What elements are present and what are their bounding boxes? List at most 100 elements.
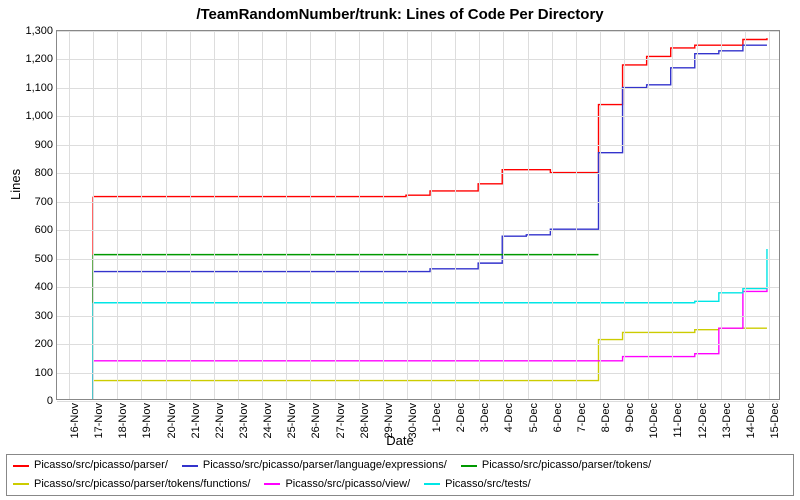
x-tick-label: 14-Dec bbox=[745, 403, 757, 438]
y-gridline bbox=[57, 401, 779, 402]
x-gridline bbox=[600, 31, 601, 399]
x-tick-label: 20-Nov bbox=[166, 403, 178, 438]
x-tick-label: 22-Nov bbox=[214, 403, 226, 438]
x-gridline bbox=[648, 31, 649, 399]
x-gridline bbox=[624, 31, 625, 399]
series-line bbox=[93, 289, 767, 361]
legend-item: Picasso/src/picasso/parser/tokens/ bbox=[461, 458, 651, 473]
legend-swatch bbox=[13, 465, 29, 467]
x-tick-label: 18-Nov bbox=[117, 403, 129, 438]
legend-swatch bbox=[13, 483, 29, 485]
x-tick-label: 13-Dec bbox=[721, 403, 733, 438]
chart-container: /TeamRandomNumber/trunk: Lines of Code P… bbox=[0, 0, 800, 500]
x-tick-label: 17-Nov bbox=[93, 403, 105, 438]
legend-item: Picasso/src/picasso/parser/tokens/functi… bbox=[13, 477, 250, 492]
x-gridline bbox=[697, 31, 698, 399]
series-line bbox=[93, 249, 767, 303]
x-tick-label: 8-Dec bbox=[600, 403, 612, 432]
x-tick-label: 3-Dec bbox=[479, 403, 491, 432]
x-axis-label: Date bbox=[386, 433, 413, 448]
x-gridline bbox=[310, 31, 311, 399]
x-tick-label: 9-Dec bbox=[624, 403, 636, 432]
y-tick-label: 800 bbox=[35, 167, 53, 179]
x-tick-label: 7-Dec bbox=[576, 403, 588, 432]
x-gridline bbox=[286, 31, 287, 399]
x-tick-label: 10-Dec bbox=[648, 403, 660, 438]
y-tick-label: 1,100 bbox=[25, 82, 53, 94]
y-axis-label: Lines bbox=[8, 169, 23, 200]
x-gridline bbox=[528, 31, 529, 399]
x-gridline bbox=[335, 31, 336, 399]
x-gridline bbox=[672, 31, 673, 399]
x-gridline bbox=[262, 31, 263, 399]
x-gridline bbox=[576, 31, 577, 399]
y-tick-label: 400 bbox=[35, 281, 53, 293]
x-gridline bbox=[93, 31, 94, 399]
x-tick-label: 11-Dec bbox=[672, 403, 684, 438]
y-tick-label: 700 bbox=[35, 196, 53, 208]
legend-label: Picasso/src/picasso/parser/tokens/ bbox=[482, 458, 651, 473]
x-gridline bbox=[407, 31, 408, 399]
legend-swatch bbox=[424, 483, 440, 485]
legend-item: Picasso/src/picasso/view/ bbox=[264, 477, 410, 492]
x-gridline bbox=[383, 31, 384, 399]
y-tick-label: 500 bbox=[35, 253, 53, 265]
x-gridline bbox=[359, 31, 360, 399]
x-gridline bbox=[69, 31, 70, 399]
x-gridline bbox=[479, 31, 480, 399]
x-tick-label: 25-Nov bbox=[286, 403, 298, 438]
x-gridline bbox=[769, 31, 770, 399]
x-tick-label: 28-Nov bbox=[359, 403, 371, 438]
y-tick-label: 1,000 bbox=[25, 110, 53, 122]
x-gridline bbox=[552, 31, 553, 399]
legend-label: Picasso/src/picasso/parser/ bbox=[34, 458, 168, 473]
legend-item: Picasso/src/picasso/parser/ bbox=[13, 458, 168, 473]
legend-swatch bbox=[461, 465, 477, 467]
y-tick-label: 1,200 bbox=[25, 53, 53, 65]
x-gridline bbox=[141, 31, 142, 399]
x-gridline bbox=[721, 31, 722, 399]
x-gridline bbox=[214, 31, 215, 399]
y-tick-label: 1,300 bbox=[25, 25, 53, 37]
x-tick-label: 1-Dec bbox=[431, 403, 443, 432]
x-tick-label: 15-Dec bbox=[769, 403, 781, 438]
x-gridline bbox=[431, 31, 432, 399]
plot-area: 01002003004005006007008009001,0001,1001,… bbox=[56, 30, 780, 400]
x-gridline bbox=[238, 31, 239, 399]
x-tick-label: 2-Dec bbox=[455, 403, 467, 432]
legend-swatch bbox=[182, 465, 198, 467]
legend-label: Picasso/src/picasso/view/ bbox=[285, 477, 410, 492]
legend-label: Picasso/src/picasso/parser/language/expr… bbox=[203, 458, 447, 473]
x-gridline bbox=[745, 31, 746, 399]
x-tick-label: 16-Nov bbox=[69, 403, 81, 438]
x-tick-label: 26-Nov bbox=[310, 403, 322, 438]
legend-swatch bbox=[264, 483, 280, 485]
x-tick-label: 5-Dec bbox=[528, 403, 540, 432]
x-tick-label: 12-Dec bbox=[697, 403, 709, 438]
x-gridline bbox=[190, 31, 191, 399]
legend-label: Picasso/src/tests/ bbox=[445, 477, 531, 492]
legend-item: Picasso/src/picasso/parser/language/expr… bbox=[182, 458, 447, 473]
x-tick-label: 6-Dec bbox=[552, 403, 564, 432]
x-gridline bbox=[455, 31, 456, 399]
y-tick-label: 300 bbox=[35, 310, 53, 322]
y-tick-label: 200 bbox=[35, 338, 53, 350]
legend-item: Picasso/src/tests/ bbox=[424, 477, 531, 492]
x-tick-label: 27-Nov bbox=[335, 403, 347, 438]
x-tick-label: 23-Nov bbox=[238, 403, 250, 438]
legend: Picasso/src/picasso/parser/Picasso/src/p… bbox=[6, 454, 794, 496]
y-tick-label: 900 bbox=[35, 139, 53, 151]
x-tick-label: 24-Nov bbox=[262, 403, 274, 438]
x-gridline bbox=[117, 31, 118, 399]
x-gridline bbox=[503, 31, 504, 399]
y-tick-label: 0 bbox=[47, 395, 53, 407]
x-tick-label: 19-Nov bbox=[141, 403, 153, 438]
x-tick-label: 4-Dec bbox=[503, 403, 515, 432]
x-gridline bbox=[166, 31, 167, 399]
y-tick-label: 600 bbox=[35, 224, 53, 236]
y-tick-label: 100 bbox=[35, 367, 53, 379]
series-line bbox=[93, 45, 767, 271]
legend-label: Picasso/src/picasso/parser/tokens/functi… bbox=[34, 477, 250, 492]
chart-title: /TeamRandomNumber/trunk: Lines of Code P… bbox=[0, 0, 800, 23]
x-tick-label: 21-Nov bbox=[190, 403, 202, 438]
